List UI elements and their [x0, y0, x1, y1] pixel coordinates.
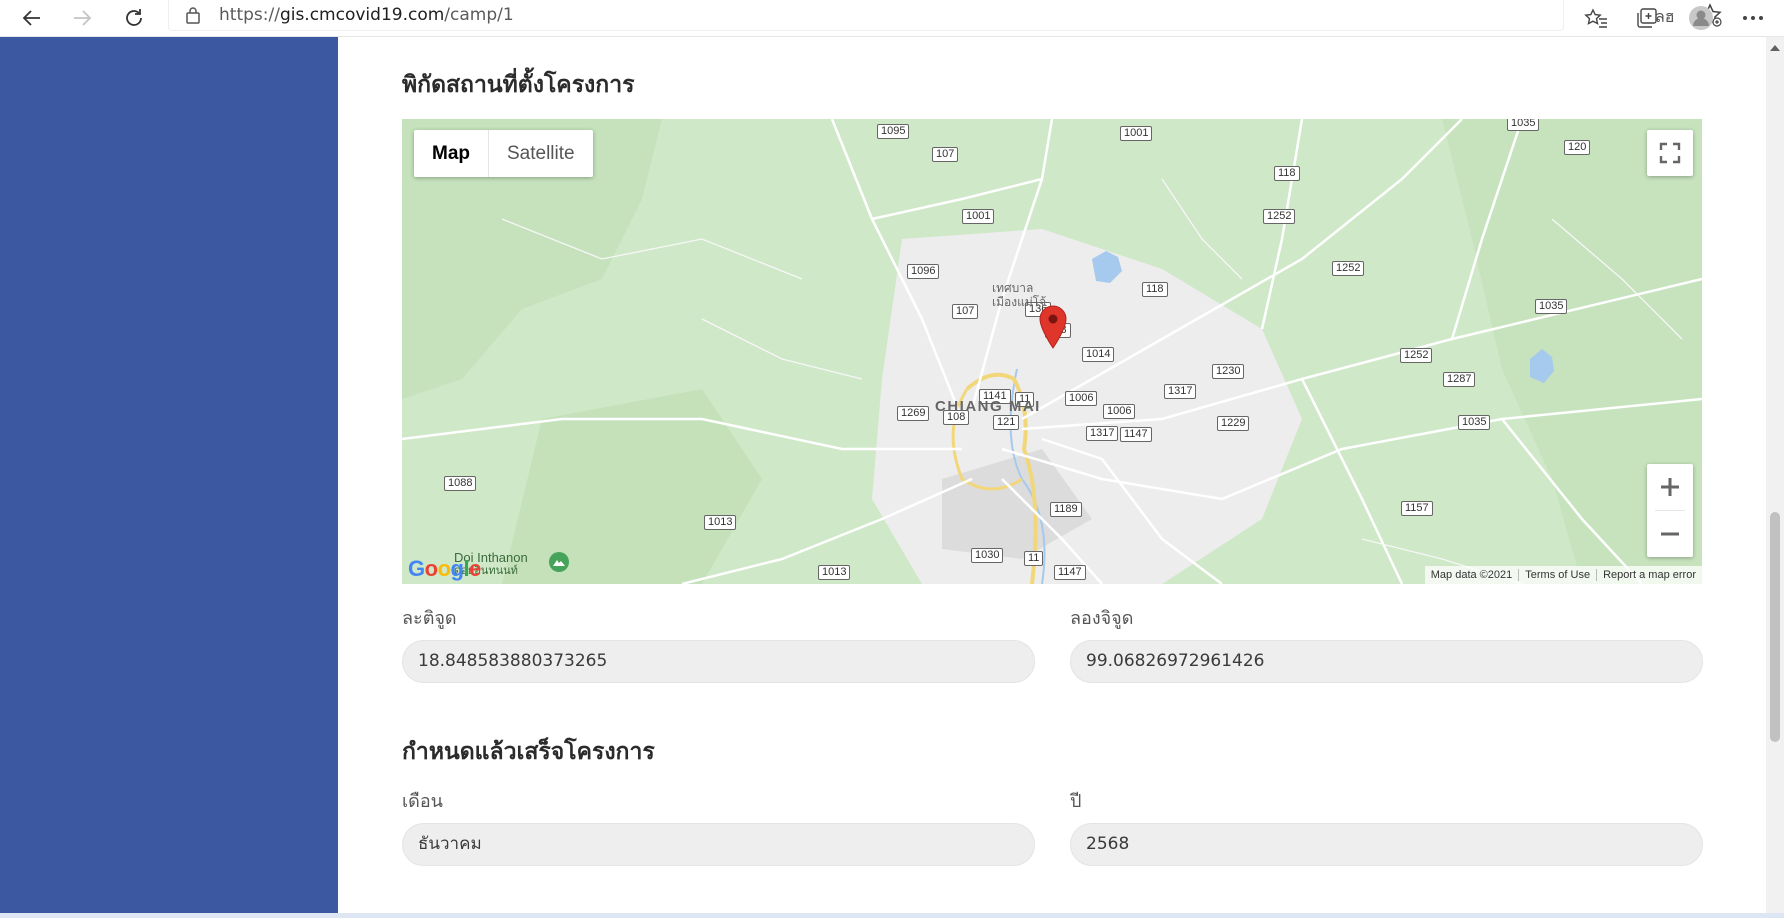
year-field[interactable]: 2568	[1070, 823, 1703, 866]
road-shield: 1035	[1507, 119, 1540, 131]
road-shield: 121	[993, 415, 1020, 430]
favorites-list-icon	[1584, 8, 1607, 28]
road-shield: 1269	[897, 406, 930, 421]
terms-of-use-link[interactable]: Terms of Use	[1518, 569, 1596, 581]
road-shield: 1147	[1054, 565, 1086, 580]
refresh-button[interactable]	[118, 2, 150, 34]
road-shield: 1006	[1065, 391, 1098, 406]
road-shield: 107	[952, 304, 979, 319]
road-shield: 1014	[1082, 347, 1115, 362]
road-shield: 1035	[1535, 299, 1568, 314]
location-marker-icon[interactable]	[1039, 305, 1067, 349]
bottom-strip	[0, 913, 1784, 918]
city-label: CHIANG MAI	[935, 398, 1041, 415]
road-shield: 118	[1142, 282, 1168, 297]
collections-button[interactable]	[1630, 2, 1664, 34]
latitude-label: ละติจูด	[402, 608, 457, 629]
settings-menu-button[interactable]	[1736, 2, 1770, 34]
page-scrollbar[interactable]	[1766, 37, 1784, 913]
url-text: https://gis.cmcovid19.com/camp/1	[219, 5, 514, 25]
avatar-icon	[1689, 6, 1713, 30]
main-content: พิกัดสถานที่ตั้งโครงการ 1095 1001 107 11…	[338, 37, 1766, 913]
road-shield: 120	[1564, 140, 1591, 155]
browser-toolbar: https://gis.cmcovid19.com/camp/1 ลฮ	[0, 0, 1784, 37]
forward-button[interactable]	[66, 2, 98, 34]
google-logo: Google	[408, 556, 481, 581]
sidebar	[0, 37, 338, 913]
favorites-button[interactable]	[1579, 2, 1613, 34]
map-data-text: Map data ©2021	[1430, 569, 1513, 581]
road-shield: 11	[1024, 551, 1044, 566]
arrow-left-icon	[22, 10, 40, 26]
road-shield: 1001	[1120, 126, 1153, 141]
report-map-error-link[interactable]: Report a map error	[1596, 569, 1702, 581]
road-shield: 1013	[818, 565, 851, 580]
map-attribution: Map data ©2021 Terms of Use Report a map…	[1424, 566, 1702, 584]
completion-section-title: กำหนดแล้วเสร็จโครงการ	[402, 739, 655, 765]
road-shield: 118	[1274, 166, 1300, 181]
scroll-up-arrow-icon[interactable]	[1770, 45, 1780, 51]
collections-icon	[1637, 8, 1657, 28]
map-type-satellite-button[interactable]: Satellite	[488, 130, 593, 177]
road-shield: 1230	[1212, 364, 1245, 379]
zoom-control	[1647, 464, 1693, 557]
map-type-control: Map Satellite	[414, 130, 593, 177]
road-shield: 1088	[444, 476, 477, 491]
location-section-title: พิกัดสถานที่ตั้งโครงการ	[402, 72, 635, 98]
arrow-right-icon	[74, 10, 92, 26]
road-shield: 1317	[1086, 426, 1119, 441]
road-shield: 1252	[1263, 209, 1296, 224]
address-bar[interactable]: https://gis.cmcovid19.com/camp/1 ลฮ	[168, 0, 1722, 31]
location-map[interactable]: 1095 1001 107 118 1252 120 1035 1001 109…	[402, 119, 1702, 584]
zoom-out-button[interactable]	[1647, 511, 1693, 557]
year-label: ปี	[1070, 791, 1082, 812]
road-shield: 1001	[962, 209, 995, 224]
plus-icon	[1661, 478, 1679, 496]
month-label: เดือน	[402, 791, 443, 812]
longitude-label: ลองจิจูด	[1070, 608, 1134, 629]
zoom-in-button[interactable]	[1647, 464, 1693, 510]
more-icon	[1743, 16, 1763, 20]
road-shield: 1229	[1217, 416, 1250, 431]
minus-icon	[1661, 532, 1679, 536]
lock-icon	[186, 7, 200, 24]
road-shield: 1030	[971, 548, 1004, 563]
refresh-icon	[126, 9, 142, 26]
scrollbar-thumb[interactable]	[1770, 512, 1780, 742]
road-shield: 107	[932, 147, 959, 162]
road-shield: 1287	[1443, 372, 1476, 387]
road-shield: 1035	[1458, 415, 1491, 430]
fullscreen-icon	[1659, 142, 1681, 164]
profile-button[interactable]	[1684, 2, 1718, 34]
road-shield: 1189	[1050, 502, 1082, 517]
longitude-field[interactable]: 99.06826972961426	[1070, 640, 1703, 683]
road-shield: 1006	[1103, 404, 1136, 419]
latitude-field[interactable]: 18.848583880373265	[402, 640, 1035, 683]
road-shield: 1252	[1400, 348, 1433, 363]
month-select[interactable]: ธันวาคม	[402, 823, 1035, 866]
map-type-map-button[interactable]: Map	[414, 130, 488, 177]
fullscreen-button[interactable]	[1647, 130, 1693, 176]
road-shield: 1013	[704, 515, 737, 530]
road-shield: 1252	[1332, 261, 1365, 276]
back-button[interactable]	[16, 2, 48, 34]
mountain-icon	[549, 552, 569, 572]
road-shield: 1147	[1120, 427, 1152, 442]
road-shield: 1095	[877, 124, 910, 139]
road-shield: 1096	[907, 264, 940, 279]
road-shield: 1317	[1164, 384, 1197, 399]
road-shield: 1157	[1401, 501, 1433, 516]
